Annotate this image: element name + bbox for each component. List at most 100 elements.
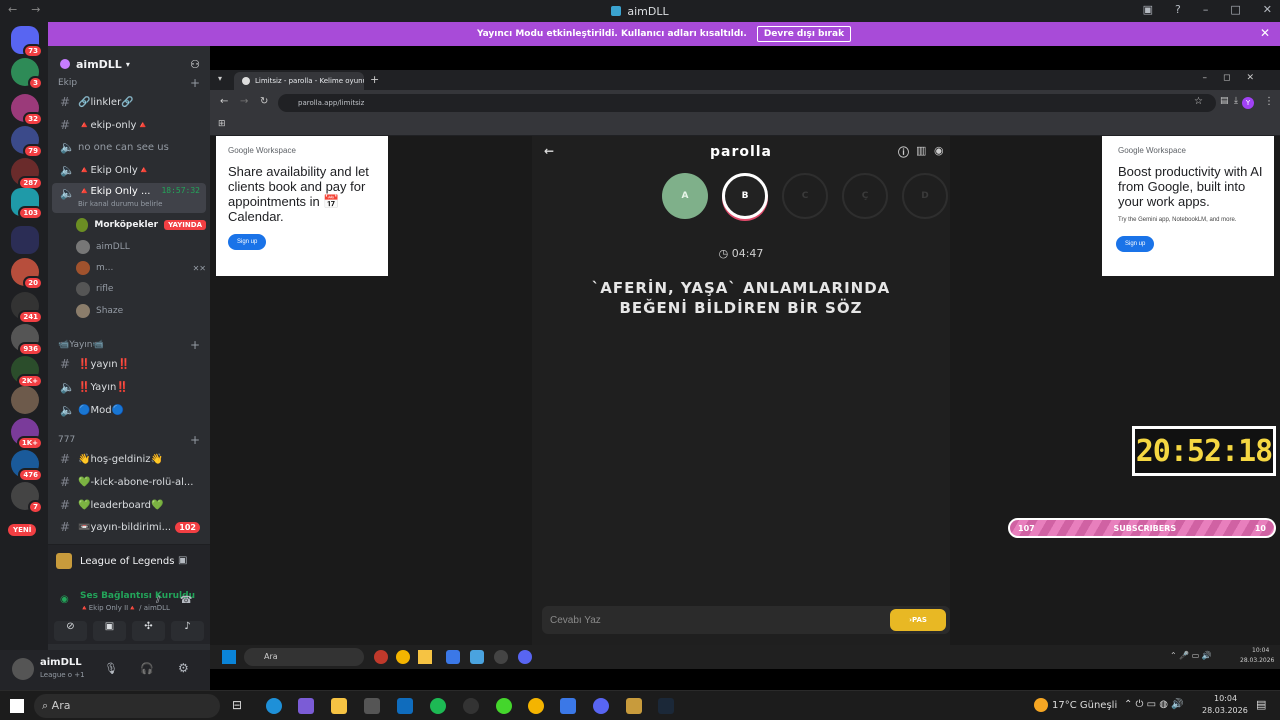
browser-tab[interactable]: Limitsiz - parolla - Kelime oyunu [234,72,364,90]
server-header[interactable]: aimDLL ▾ ⚇ [48,52,210,76]
channel-status[interactable]: Bir kanal durumu belirle [78,200,162,208]
chrome-icon[interactable] [396,650,410,664]
voice-user[interactable]: aimDLL [76,237,206,257]
url-input[interactable]: parolla.app/limitsiz [278,94,1216,112]
chrome-icon[interactable] [528,698,544,714]
voice-channel-ekip-only[interactable]: 🔈 🔺Ekip Only🔺 [52,160,206,180]
add-channel-icon[interactable]: + [190,76,200,90]
razer-icon[interactable] [496,698,512,714]
soundboard-button[interactable]: ♪ [171,621,204,641]
ad-signup-button[interactable]: Sign up [1116,236,1155,252]
stats-icon[interactable]: ▥ [916,144,927,157]
server-icon-active[interactable]: 103 [11,188,43,220]
back-icon[interactable]: ← [220,96,228,107]
app-icon[interactable] [470,650,484,664]
channel-yayin-bildirimi[interactable]: # 📼yayın-bildirimi... 102 [52,517,206,537]
server-icon[interactable]: 476 [11,450,43,482]
extensions-icon[interactable]: ▤ [1220,96,1229,106]
discord-icon[interactable] [518,650,532,664]
back-arrow-icon[interactable]: ← [544,144,555,158]
obs-icon[interactable] [463,698,479,714]
pass-button[interactable]: › PAS [890,609,946,631]
menu-icon[interactable]: ⋮ [1264,96,1274,107]
copilot-icon[interactable] [298,698,314,714]
maximize-button[interactable]: □ [1230,3,1240,16]
taskbar-search[interactable]: ⌕ Ara [34,694,220,718]
noise-suppression-icon[interactable]: ⫽ [156,595,160,606]
channel-leaderboard[interactable]: # 💚leaderboard💚 [52,495,206,515]
voice-channel-ekip-only-active[interactable]: 🔈 🔺Ekip Only ... 18:57:32 Bir kanal duru… [52,183,206,213]
weather-text[interactable]: 17°C Güneşli [1052,700,1117,711]
app-icon[interactable] [374,650,388,664]
edge-icon[interactable] [266,698,282,714]
help-icon[interactable]: ? [1175,3,1181,16]
disable-streamer-mode-button[interactable]: Devre dışı bırak [756,26,852,42]
windows-start-icon[interactable] [222,650,236,664]
task-view-icon[interactable]: ⊟ [232,698,242,712]
league-icon[interactable] [626,698,642,714]
headphones-icon[interactable]: 🎧 [140,662,154,675]
channel-hos-geldiniz[interactable]: # 👋hoş-geldiniz👋 [52,449,206,469]
notifications-icon[interactable]: ▤ [1256,698,1266,711]
clock-date[interactable]: 28.03.2026 [1202,706,1248,715]
voice-user[interactable]: Shaze [76,301,206,321]
avatar[interactable] [12,658,34,680]
ad-signup-button[interactable]: Sign up [228,234,267,250]
disconnect-icon[interactable]: ☎ [180,595,192,606]
inbox-icon[interactable]: ▣ [1143,3,1153,16]
voice-user[interactable]: Morköpekler YAYINDA [76,215,206,235]
windows-start-icon[interactable] [10,699,24,713]
channel-linkler[interactable]: # 🔗linkler🔗 [52,92,206,112]
folder-icon[interactable] [418,650,432,664]
outlook-icon[interactable] [397,698,413,714]
voice-user[interactable]: rifle [76,279,206,299]
ad-left[interactable]: Google Workspace Share availability and … [216,136,388,276]
screen-share-icon[interactable]: ▣ [178,555,187,566]
app-icon[interactable] [560,698,576,714]
minimize-button[interactable]: – [1203,3,1209,16]
clock-time[interactable]: 10:04 [1214,694,1237,703]
new-tab-button[interactable]: + [370,73,379,86]
taskbar-search[interactable]: Ara [244,648,364,666]
spotify-icon[interactable] [430,698,446,714]
obs-icon[interactable] [494,650,508,664]
answer-input[interactable] [550,612,870,628]
server-icon[interactable]: 7 [11,482,43,514]
tab-search-icon[interactable]: ▾ [218,74,222,83]
server-icon[interactable]: 32 [11,94,43,126]
info-icon[interactable]: ⓘ [898,144,910,160]
download-icon[interactable]: ⤓ [1234,96,1238,106]
channel-yayin[interactable]: # ‼️yayın‼️ [52,354,206,374]
discord-icon[interactable] [593,698,609,714]
add-member-icon[interactable]: ⚇ [190,58,200,71]
voice-status[interactable]: Ses Bağlantısı Kuruldu [80,591,195,601]
server-icon[interactable]: 287 [11,158,43,190]
server-icon[interactable]: 20 [11,258,43,290]
store-icon[interactable] [364,698,380,714]
dm-home-button[interactable]: 73 [11,26,43,58]
camera-off-button[interactable]: ⊘ [54,621,87,641]
system-tray[interactable]: ⌃ ⏻ ▭ ◍ 🔊 [1124,699,1184,710]
star-icon[interactable]: ☆ [1194,96,1203,107]
mic-icon[interactable]: 🎙 [104,662,118,675]
voice-user[interactable]: m... ✕✕ [76,258,206,278]
add-channel-icon[interactable]: + [190,338,200,352]
reload-icon[interactable]: ↻ [260,96,268,107]
apps-grid-icon[interactable]: ⊞ [218,119,226,129]
activities-button[interactable]: ✣ [132,621,165,641]
server-icon[interactable]: 79 [11,126,43,158]
server-icon[interactable]: 1K+ [11,418,43,450]
profile-icon[interactable]: ◉ [934,144,945,157]
close-button[interactable]: ✕ [1263,3,1272,16]
profile-avatar[interactable]: Y [1242,97,1254,109]
activity-row[interactable]: League of Legends [56,553,174,569]
server-icon[interactable]: 936 [11,324,43,356]
folder-icon[interactable] [331,698,347,714]
category-ekip[interactable]: Ekip [58,78,77,88]
system-tray[interactable]: ⌃ 🎤 ▭ 🔊 [1170,651,1212,660]
server-icon[interactable]: 241 [11,292,43,324]
add-channel-icon[interactable]: + [190,433,200,447]
voice-channel-no-one[interactable]: 🔈 no one can see us [52,137,206,157]
steam-icon[interactable] [658,698,674,714]
window-controls[interactable]: –◻✕ [1202,73,1270,83]
